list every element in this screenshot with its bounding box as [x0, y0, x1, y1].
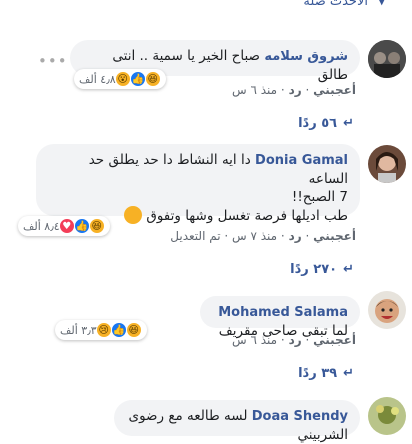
comment-actions: أعجبني · رد · منذ ٦ س [232, 83, 356, 97]
haha-icon: 😆 [125, 322, 142, 338]
avatar-image-icon [368, 291, 406, 329]
smile-emoji-icon [124, 206, 143, 224]
reply-link[interactable]: رد [289, 229, 302, 243]
avatar-image-icon [368, 397, 406, 435]
avatar[interactable] [368, 291, 406, 329]
comment-bubble: Doaa Shendy لسه طالعه مع رضوى الشربيني [114, 400, 360, 443]
more-options-icon[interactable]: ••• [38, 52, 68, 70]
reactions-summary[interactable]: ٨٫٤ ألف ♥ 👍 😆 [18, 216, 110, 236]
comment-time[interactable]: منذ ٧ س [232, 229, 277, 243]
reaction-count: ٨٫٤ ألف [23, 219, 60, 233]
edited-label[interactable]: تم التعديل [170, 229, 220, 243]
comment-author[interactable]: Doaa Shendy [252, 409, 348, 424]
avatar[interactable] [368, 397, 406, 435]
reply-link[interactable]: رد [289, 83, 302, 97]
haha-icon: 😆 [88, 218, 105, 234]
replies-count: ٣٩ ردًا [298, 366, 338, 381]
reply-arrow-icon: ↵ [343, 262, 354, 277]
comment-text-line-2: 7 الصبح!! [291, 189, 348, 205]
reaction-count: ٤٫٨ ألف [79, 72, 116, 86]
chevron-down-icon[interactable]: ▼ [378, 0, 386, 7]
love-icon: ♥ [58, 218, 75, 234]
comment-actions: أعجبني · رد · منذ ٦ س [232, 333, 356, 347]
comment-author[interactable]: Donia Gamal [255, 153, 348, 168]
avatar-image-icon [368, 145, 406, 183]
replies-count: ٥٦ ردًا [298, 116, 338, 131]
sort-label[interactable]: الأحدث صلة [303, 0, 368, 9]
haha-icon: 😆 [144, 71, 161, 87]
sort-bar: الأحدث صلة ▼ [0, 0, 412, 22]
comment-actions: أعجبني · رد · منذ ٧ س · تم التعديل [170, 229, 356, 243]
replies-count: ٢٧٠ ردًا [290, 262, 338, 277]
comment-bubble: Donia Gamal دا ايه النشاط دا حد يطلق حد … [36, 144, 360, 224]
sad-icon: 😢 [95, 322, 112, 338]
comment-author[interactable]: Mohamed Salama [218, 305, 348, 320]
reaction-count: ٣٫٣ ألف [60, 323, 97, 337]
avatar[interactable] [368, 40, 406, 78]
like-icon: 👍 [110, 322, 127, 338]
reply-arrow-icon: ↵ [343, 116, 354, 131]
comment-text-line-3: طب اديلها فرصة تغسل وشها وتفوق [146, 208, 348, 224]
like-icon: 👍 [129, 71, 146, 87]
comment-bubble: Mohamed Salama لما تبقى صاحى مقريف [200, 296, 360, 339]
reactions-summary[interactable]: ٤٫٨ ألف 😮 👍 😆 [74, 69, 166, 89]
like-link[interactable]: أعجبني [313, 229, 356, 243]
like-icon: 👍 [73, 218, 90, 234]
view-replies-link[interactable]: ↵ ٥٦ ردًا [298, 116, 354, 131]
reactions-summary[interactable]: ٣٫٣ ألف 😢 👍 😆 [55, 320, 147, 340]
reply-link[interactable]: رد [289, 333, 302, 347]
avatar[interactable] [368, 145, 406, 183]
comment-time[interactable]: منذ ٦ س [232, 333, 277, 347]
view-replies-link[interactable]: ↵ ٢٧٠ ردًا [290, 262, 354, 277]
view-replies-link[interactable]: ↵ ٣٩ ردًا [298, 366, 354, 381]
like-link[interactable]: أعجبني [313, 83, 356, 97]
comment-author[interactable]: شروق سلامه [264, 49, 348, 64]
like-link[interactable]: أعجبني [313, 333, 356, 347]
reply-arrow-icon: ↵ [343, 366, 354, 381]
comment-time[interactable]: منذ ٦ س [232, 83, 277, 97]
avatar-image-icon [368, 40, 406, 78]
wow-icon: 😮 [114, 71, 131, 87]
